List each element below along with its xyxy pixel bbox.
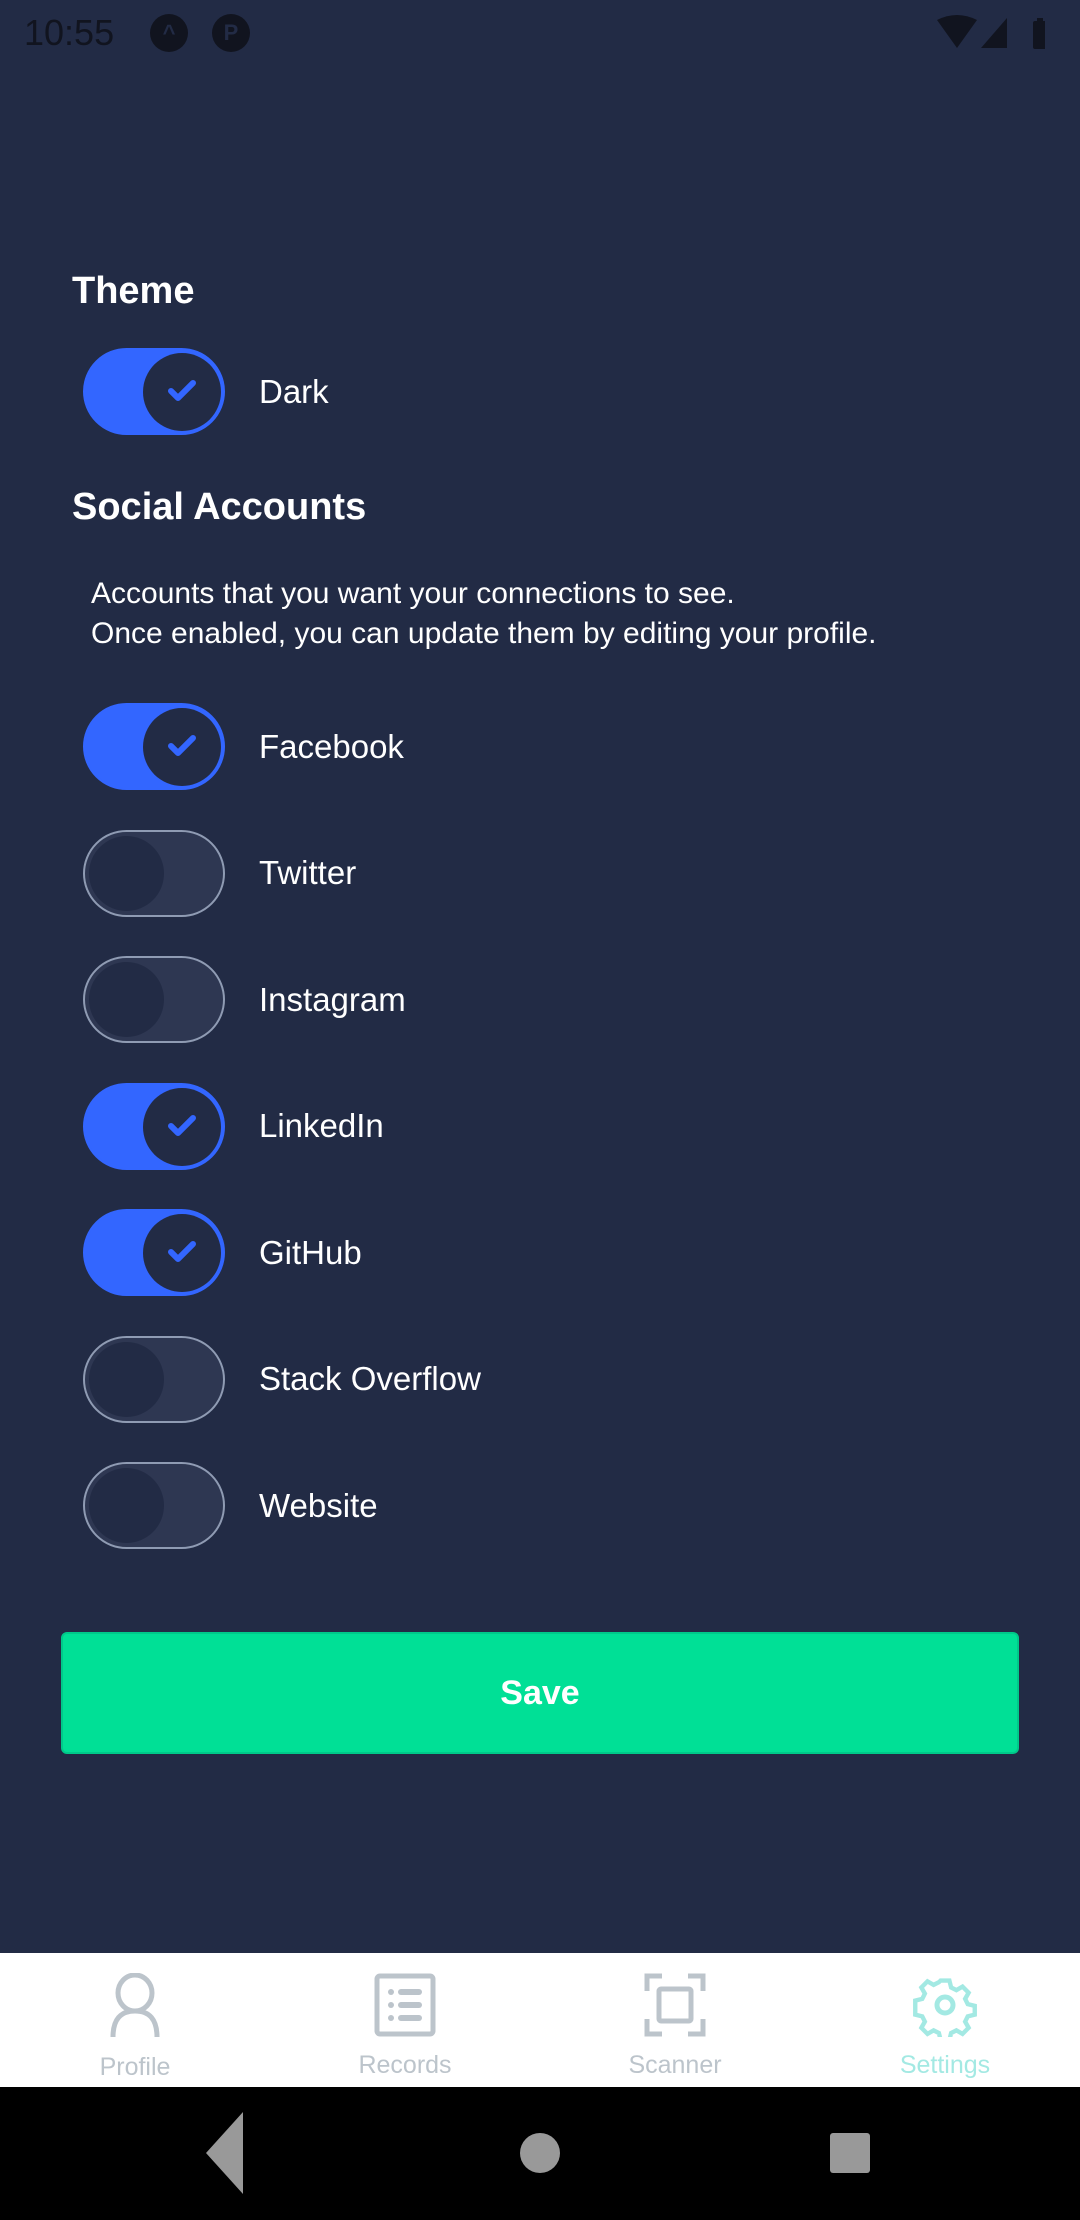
instagram-toggle[interactable] [83, 956, 225, 1043]
toggle-knob [143, 1087, 221, 1166]
account-row-github[interactable]: GitHub [83, 1209, 362, 1296]
website-toggle[interactable] [83, 1462, 225, 1549]
check-icon [168, 735, 196, 756]
toggle-knob [89, 962, 164, 1037]
toggle-knob [89, 1341, 164, 1417]
account-row-website[interactable]: Website [83, 1462, 378, 1549]
toggle-label: Twitter [259, 854, 357, 891]
save-button[interactable]: Save [61, 1632, 1019, 1754]
theme-dark-row[interactable]: Dark [83, 348, 329, 435]
social-description: Accounts that you want your connections … [91, 574, 877, 654]
nav-settings[interactable]: Settings [810, 1953, 1080, 2087]
toggle-knob [89, 835, 164, 911]
gear-icon [913, 1978, 977, 2037]
system-nav-buttons [206, 2112, 870, 2194]
nav-records[interactable]: Records [270, 1953, 540, 2087]
check-icon [168, 1114, 196, 1136]
social-accounts-heading: Social Accounts [72, 486, 367, 528]
description-line: Once enabled, you can update them by edi… [91, 617, 877, 650]
check-icon [168, 380, 196, 401]
home-icon[interactable] [520, 2133, 560, 2173]
list-icon [374, 1973, 436, 2037]
dark-theme-toggle[interactable] [83, 348, 225, 435]
bottom-nav: Profile Records Scanner Settings [0, 1953, 1080, 2087]
status-bar: 10:55 ^ P [0, 0, 1080, 66]
account-row-linkedin[interactable]: LinkedIn [83, 1082, 384, 1170]
nav-label: Profile [99, 2053, 171, 2081]
toggle-knob [143, 1214, 221, 1292]
nav-label: Scanner [628, 2051, 722, 2079]
toggle-knob [89, 1468, 164, 1543]
system-nav-bar [0, 2087, 1080, 2220]
check-icon [168, 1241, 196, 1262]
wifi-signal-battery-icons [937, 15, 1045, 49]
toggle-label: Instagram [259, 980, 406, 1018]
account-row-twitter[interactable]: Twitter [83, 829, 357, 917]
scan-icon [644, 1973, 706, 2037]
theme-heading: Theme [72, 270, 195, 312]
nav-profile[interactable]: Profile [0, 1953, 270, 2087]
github-toggle[interactable] [83, 1209, 225, 1296]
back-icon[interactable] [206, 2112, 243, 2194]
account-row-instagram[interactable]: Instagram [83, 956, 406, 1043]
notification-p-icon: P [212, 14, 250, 52]
toggle-label: Stack Overflow [259, 1360, 481, 1397]
nav-label: Settings [899, 2051, 991, 2079]
status-time: 10:55 [24, 12, 115, 53]
nav-label: Records [358, 2051, 452, 2079]
toggle-knob [143, 708, 221, 786]
nav-scanner[interactable]: Scanner [540, 1953, 810, 2087]
linkedin-toggle[interactable] [83, 1082, 225, 1170]
toggle-label: Facebook [259, 727, 404, 765]
toggle-knob [143, 353, 221, 431]
account-row-stack-overflow[interactable]: Stack Overflow [83, 1335, 481, 1423]
account-row-facebook[interactable]: Facebook [83, 703, 404, 790]
description-line: Accounts that you want your connections … [91, 577, 735, 610]
twitter-toggle[interactable] [83, 829, 225, 917]
facebook-toggle[interactable] [83, 703, 225, 790]
toggle-label: Website [259, 1486, 378, 1524]
stack-overflow-toggle[interactable] [83, 1335, 225, 1423]
toggle-label: LinkedIn [259, 1107, 384, 1144]
recents-icon[interactable] [830, 2133, 870, 2173]
toggle-label: GitHub [259, 1233, 362, 1271]
person-icon [110, 1973, 160, 2038]
notification-a-icon: ^ [150, 14, 188, 52]
toggle-label: Dark [259, 372, 329, 410]
